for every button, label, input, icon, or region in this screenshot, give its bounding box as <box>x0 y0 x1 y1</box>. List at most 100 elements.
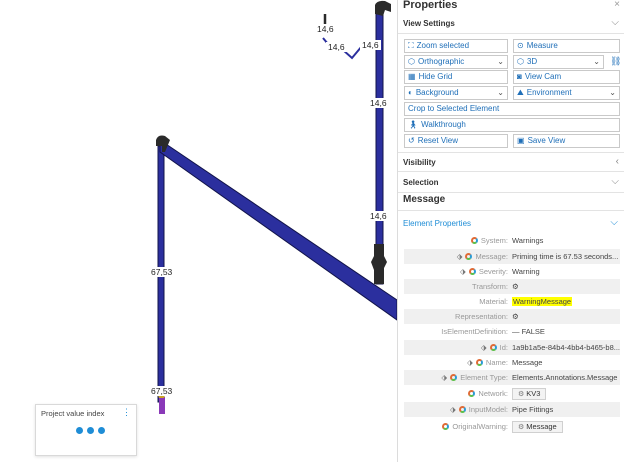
selection-label: Selection <box>403 178 439 187</box>
tag-icon[interactable]: ⬗ <box>441 373 447 382</box>
original-warning-chip-label: Message <box>526 422 557 432</box>
measure-button[interactable]: ⊙ Measure <box>513 39 620 53</box>
ring-icon <box>489 344 497 351</box>
chevron-down-icon[interactable]: ⌵ <box>610 217 618 228</box>
property-value: Pipe Fittings <box>512 405 554 414</box>
close-icon[interactable]: × <box>614 0 620 10</box>
gear-icon[interactable]: ⚙ <box>512 279 620 294</box>
properties-header: Properties × <box>398 0 624 14</box>
tag-icon[interactable]: ⬗ <box>460 267 466 276</box>
link-icon[interactable]: ⛓ <box>610 56 621 67</box>
ring-icon <box>470 237 478 244</box>
chevron-down-icon: ⌄ <box>609 88 616 97</box>
cube-icon: ⬡ <box>408 57 415 66</box>
tag-icon[interactable]: ⬗ <box>450 405 456 414</box>
property-value: Warning <box>512 267 540 276</box>
property-key: InputModel: <box>468 405 508 414</box>
property-row-original-warning: OriginalWarning: ⚙ Message <box>404 419 620 434</box>
visibility-header[interactable]: Visibility ‹ <box>398 152 624 172</box>
properties-title: Properties <box>403 0 458 11</box>
ring-icon <box>458 406 466 413</box>
reset-view-button[interactable]: ↺ Reset View <box>404 134 508 148</box>
elbow-fitting-right-top <box>375 0 391 16</box>
save-view-label: Save View <box>527 136 566 145</box>
chevron-down-icon: ⌵ <box>611 176 619 187</box>
property-row-severity: ⬗ Severity: Warning <box>404 264 620 279</box>
property-value: Warnings <box>512 236 544 245</box>
pipe-diagonal <box>159 139 397 321</box>
walkthrough-button[interactable]: 🚶︎ Walkthrough <box>404 118 620 132</box>
property-key: Message: <box>475 252 508 261</box>
property-row-network: Network: ⚙ KV3 <box>404 386 620 401</box>
chevron-left-icon: ‹ <box>615 156 619 167</box>
dimension-label: 14,6 <box>360 40 381 50</box>
property-value: 1a9b1a5e-84b4-4bb4-b465-b8... <box>512 343 620 352</box>
visibility-label: Visibility <box>403 158 436 167</box>
hide-grid-button[interactable]: ▦ Hide Grid <box>404 70 508 84</box>
project-value-index-title: Project value index <box>41 409 105 418</box>
property-value: Priming time is 67.53 seconds... <box>512 252 619 261</box>
save-view-button[interactable]: ▣ Save View <box>513 134 620 148</box>
view-settings-header[interactable]: View Settings ⌵ <box>398 14 624 34</box>
network-chip[interactable]: ⚙ KV3 <box>512 388 547 401</box>
gear-icon: ⚙ <box>518 424 525 432</box>
dimension-label: 14,6 <box>368 211 389 221</box>
ring-icon <box>442 423 450 430</box>
zoom-selected-button[interactable]: ⛶ Zoom selected <box>404 39 508 53</box>
property-value: — FALSE <box>512 327 545 336</box>
tag-icon[interactable]: ⬗ <box>481 343 487 352</box>
property-key: Severity: <box>478 267 508 276</box>
orthographic-label: Orthographic <box>417 57 465 66</box>
element-properties-label[interactable]: Element Properties <box>403 219 471 228</box>
environment-select[interactable]: ⛰ Environment ⌄ <box>513 86 620 100</box>
gear-icon: ⚙ <box>518 391 525 399</box>
cube-icon: ⬡ <box>517 57 524 66</box>
original-warning-chip[interactable]: ⚙ Message <box>512 421 563 434</box>
crop-to-selected-button[interactable]: Crop to Selected Element <box>404 102 620 116</box>
reset-icon: ↺ <box>408 136 415 145</box>
loading-dots-icon <box>76 427 105 434</box>
dimension-label: 67,53 <box>149 386 175 396</box>
3d-mode-select[interactable]: ⬡ 3D ⌄ <box>513 55 604 69</box>
property-row-id: ⬗ Id: 1a9b1a5e-84b4-4bb4-b465-b8... <box>404 340 620 355</box>
gear-icon[interactable]: ⚙ <box>512 309 620 324</box>
property-row-transform: Transform: ⚙ <box>404 279 620 294</box>
tag-icon[interactable]: ⬗ <box>467 358 473 367</box>
walkthrough-label: Walkthrough <box>421 120 466 129</box>
property-row-is-element-definition: IsElementDefinition: — FALSE <box>404 324 620 339</box>
view-cam-label: View Cam <box>524 72 562 81</box>
reset-view-label: Reset View <box>417 136 459 145</box>
pipe-model[interactable] <box>0 0 397 462</box>
vertical-dots-icon[interactable]: ⋮ <box>122 407 131 417</box>
chevron-down-icon: ⌄ <box>593 57 600 66</box>
background-select[interactable]: ◐ Background ⌄ <box>404 86 508 100</box>
crop-label: Crop to Selected Element <box>408 104 500 113</box>
property-key: Id: <box>499 343 508 352</box>
background-label: Background <box>415 88 459 97</box>
measure-icon: ⊙ <box>517 41 524 50</box>
dimension-label: 14,6 <box>315 24 336 34</box>
ring-icon <box>465 253 473 260</box>
divider <box>398 210 624 211</box>
property-row-element-type: ⬗ Element Type: Elements.Annotations.Mess… <box>404 370 620 385</box>
dimension-label: 14,6 <box>368 98 389 108</box>
property-value: WarningMessage <box>512 297 573 306</box>
camera-icon: ◙ <box>517 72 522 81</box>
property-key: System: <box>480 236 508 245</box>
dimension-label: 67,53 <box>149 267 175 277</box>
message-title: Message <box>403 194 446 205</box>
measure-label: Measure <box>526 41 558 50</box>
tag-icon[interactable]: ⬗ <box>457 252 463 261</box>
property-key: OriginalWarning: <box>452 422 508 431</box>
3d-viewport[interactable]: 14,6 14,6 14,6 14,6 14,6 67,53 67,53 Pro… <box>0 0 397 462</box>
valve-purple <box>159 397 165 414</box>
ring-icon <box>468 268 476 275</box>
property-key: Element Type: <box>460 373 508 382</box>
property-value: Message <box>512 358 543 367</box>
view-cam-button[interactable]: ◙ View Cam <box>513 70 620 84</box>
orthographic-select[interactable]: ⬡ Orthographic ⌄ <box>404 55 508 69</box>
property-row-input-model: ⬗ InputModel: Pipe Fittings <box>404 402 620 417</box>
selection-header[interactable]: Selection ⌵ <box>398 173 624 193</box>
property-row-message: ⬗ Message: Priming time is 67.53 seconds.… <box>404 249 620 264</box>
property-row-system: System: Warnings <box>404 233 620 248</box>
